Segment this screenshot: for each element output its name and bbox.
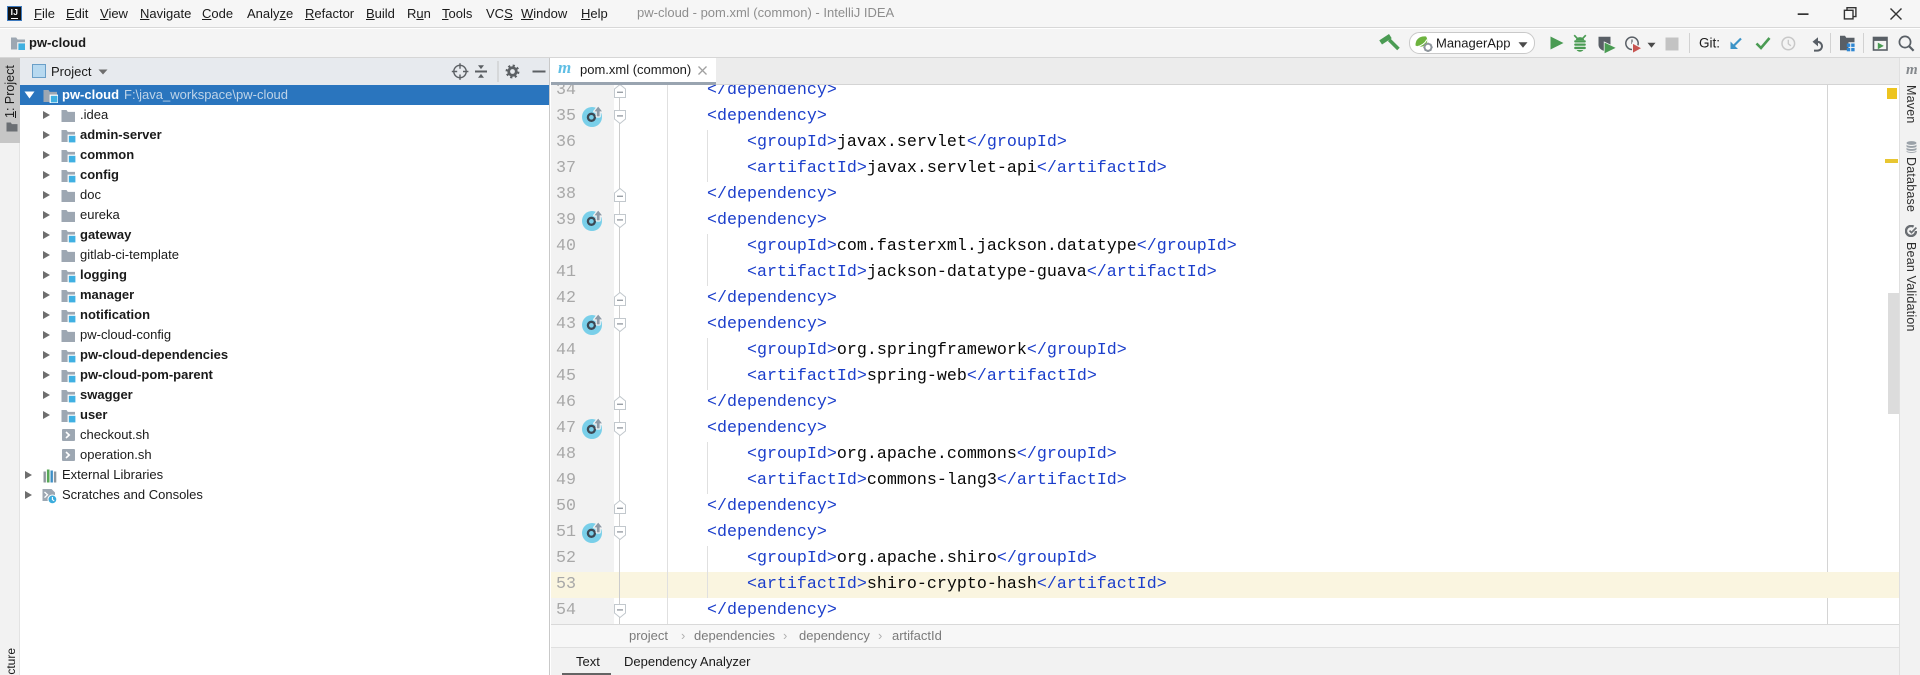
svg-text:ManagerApp: ManagerApp bbox=[1436, 36, 1510, 51]
svg-text:Git:: Git: bbox=[1699, 36, 1720, 51]
